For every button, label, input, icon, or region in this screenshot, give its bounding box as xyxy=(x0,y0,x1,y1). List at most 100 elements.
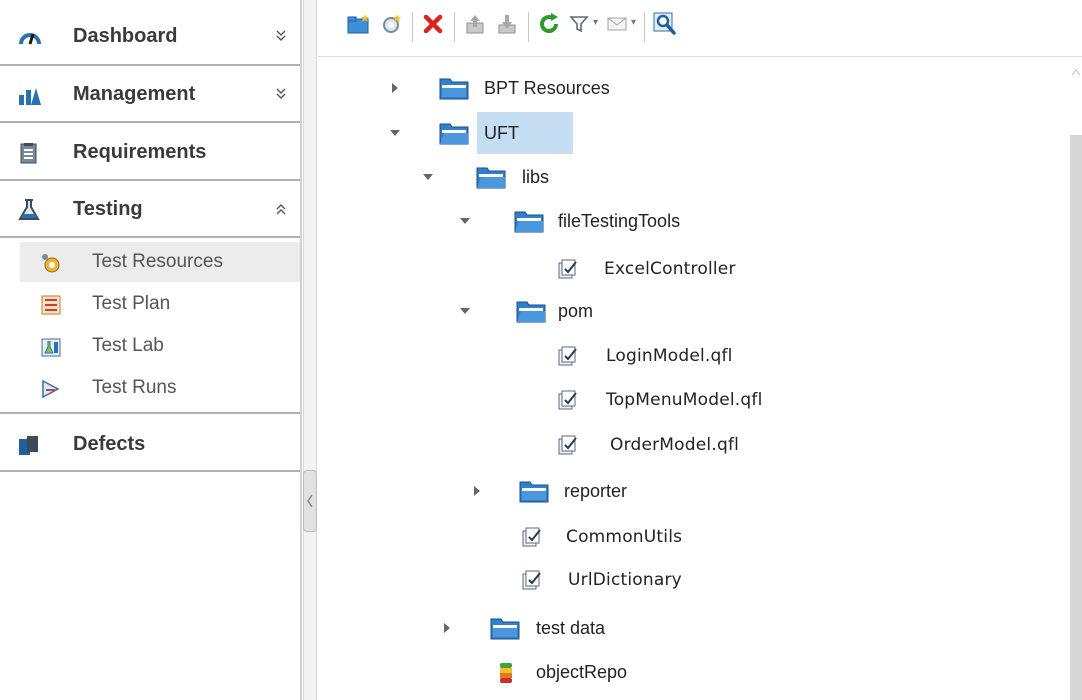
filter-dropdown-arrow-icon[interactable]: ▾ xyxy=(593,17,598,28)
new-resource-button[interactable] xyxy=(376,10,406,42)
new-folder-icon xyxy=(347,13,371,40)
collapse-arrow-icon[interactable] xyxy=(458,199,472,243)
sidebar-module-label: Requirements xyxy=(73,141,207,163)
vertical-scrollbar[interactable] xyxy=(1070,57,1082,700)
divider xyxy=(0,121,300,123)
sidebar-item-label: Test Plan xyxy=(92,293,171,314)
delete-icon xyxy=(422,13,444,40)
collapse-arrow-icon[interactable] xyxy=(421,155,435,199)
email-dropdown-arrow-icon[interactable]: ▾ xyxy=(631,17,636,28)
sidebar-item-test-lab[interactable]: Test Lab xyxy=(20,326,300,366)
folder-icon xyxy=(519,479,549,503)
refresh-button[interactable] xyxy=(534,10,564,42)
tree-node-label: fileTestingTools xyxy=(558,211,681,231)
test-plan-icon xyxy=(40,294,62,316)
divider xyxy=(0,236,300,238)
tree-node-filetestingtools[interactable]: fileTestingTools xyxy=(318,199,1058,243)
tree-node-reporter[interactable]: reporter xyxy=(318,469,1058,513)
sidebar-module-label: Defects xyxy=(73,433,146,455)
scrollbar-thumb[interactable] xyxy=(1070,135,1082,700)
tree-node-uft[interactable]: UFT xyxy=(318,111,1058,155)
resource-tree: BPT Resources UFT libs fileTestingTools … xyxy=(318,57,1070,700)
open-folder-icon xyxy=(476,165,506,189)
toolbar: ▾ ▾ xyxy=(318,0,1082,57)
sidebar-item-test-plan[interactable]: Test Plan xyxy=(20,284,300,324)
new-folder-button[interactable] xyxy=(344,10,374,42)
sidebar-module-dashboard[interactable]: Dashboard xyxy=(0,8,300,64)
tree-node-topmenumodel[interactable]: TopMenuModel.qfl xyxy=(318,378,1058,422)
chevron-left-icon xyxy=(306,491,314,514)
delete-button[interactable] xyxy=(418,10,448,42)
download-button[interactable] xyxy=(492,10,522,42)
open-folder-icon xyxy=(514,209,544,233)
open-folder-icon xyxy=(439,121,469,145)
expand-chevron-icon[interactable] xyxy=(276,66,286,123)
tree-node-label: pom xyxy=(558,301,594,321)
collapse-sidebar-handle[interactable] xyxy=(303,470,317,532)
sidebar-item-label: Test Resources xyxy=(92,251,223,272)
tree-node-bpt-resources[interactable]: BPT Resources xyxy=(318,66,1058,110)
find-button[interactable] xyxy=(650,10,680,42)
tree-node-label: test data xyxy=(536,618,606,638)
toolbar-separator xyxy=(528,12,529,42)
filter-icon xyxy=(569,14,589,39)
expand-chevron-icon[interactable] xyxy=(276,8,286,65)
folder-icon xyxy=(490,616,520,640)
tree-node-ordermodel[interactable]: OrderModel.qfl xyxy=(318,423,1058,467)
expand-arrow-icon[interactable] xyxy=(470,469,484,513)
new-resource-icon xyxy=(379,13,403,40)
tree-node-pom[interactable]: pom xyxy=(318,289,1058,333)
tree-node-test-data[interactable]: test data xyxy=(318,606,1058,650)
scroll-up-arrow-icon[interactable] xyxy=(1071,67,1081,77)
test-lab-icon xyxy=(40,336,62,358)
tree-node-label: CommonUtils xyxy=(566,527,683,547)
module-sidebar: Dashboard Management Requirements Testin… xyxy=(0,0,300,700)
tree-node-commonutils[interactable]: CommonUtils xyxy=(318,515,1058,559)
function-library-icon xyxy=(558,346,580,366)
management-chart-icon xyxy=(18,84,41,106)
expand-arrow-icon[interactable] xyxy=(440,606,454,650)
dashboard-gauge-icon xyxy=(18,26,41,48)
sidebar-module-label: Management xyxy=(73,83,196,105)
collapse-arrow-icon[interactable] xyxy=(388,111,402,155)
toolbar-separator xyxy=(644,12,645,42)
splitter-bar[interactable] xyxy=(303,0,317,700)
function-library-icon xyxy=(522,527,544,547)
expand-arrow-icon[interactable] xyxy=(388,66,402,110)
tree-node-label: BPT Resources xyxy=(484,78,610,98)
divider xyxy=(0,470,300,472)
toolbar-separator xyxy=(412,12,413,42)
tree-node-libs[interactable]: libs xyxy=(318,155,1058,199)
tree-node-loginmodel[interactable]: LoginModel.qfl xyxy=(318,334,1058,378)
sidebar-item-test-runs[interactable]: Test Runs xyxy=(20,368,300,408)
collapse-arrow-icon[interactable] xyxy=(458,289,472,333)
filter-button[interactable] xyxy=(564,10,594,42)
tree-node-label: TopMenuModel.qfl xyxy=(606,390,763,410)
download-icon xyxy=(496,13,518,40)
tree-node-label: OrderModel.qfl xyxy=(610,435,740,455)
tree-node-urldictionary[interactable]: UrlDictionary xyxy=(318,558,1058,602)
collapse-chevron-icon[interactable] xyxy=(276,181,286,238)
test-resources-gear-icon xyxy=(40,252,62,274)
tree-node-excelcontroller[interactable]: ExcelController xyxy=(318,247,1058,291)
sidebar-module-defects[interactable]: Defects xyxy=(0,416,300,472)
tree-node-label: objectRepo xyxy=(536,662,628,682)
tree-node-label: ExcelController xyxy=(604,259,736,279)
tree-node-label: libs xyxy=(522,167,550,187)
sidebar-module-requirements[interactable]: Requirements xyxy=(0,124,300,180)
toolbar-separator xyxy=(454,12,455,42)
object-repository-icon xyxy=(498,662,514,683)
sidebar-item-test-resources[interactable]: Test Resources xyxy=(20,242,300,282)
email-button[interactable] xyxy=(602,10,632,42)
function-library-icon xyxy=(558,435,580,455)
testing-flask-icon xyxy=(18,199,40,221)
sidebar-module-testing[interactable]: Testing xyxy=(0,181,300,237)
sidebar-module-label: Testing xyxy=(73,198,143,220)
upload-button[interactable] xyxy=(460,10,490,42)
tree-node-objectrepo[interactable]: objectRepo xyxy=(318,650,1058,694)
sidebar-item-label: Test Lab xyxy=(92,335,164,356)
sidebar-module-management[interactable]: Management xyxy=(0,66,300,122)
function-library-icon xyxy=(558,390,580,410)
tree-node-label: reporter xyxy=(564,481,628,501)
tree-node-label: UrlDictionary xyxy=(568,570,682,590)
